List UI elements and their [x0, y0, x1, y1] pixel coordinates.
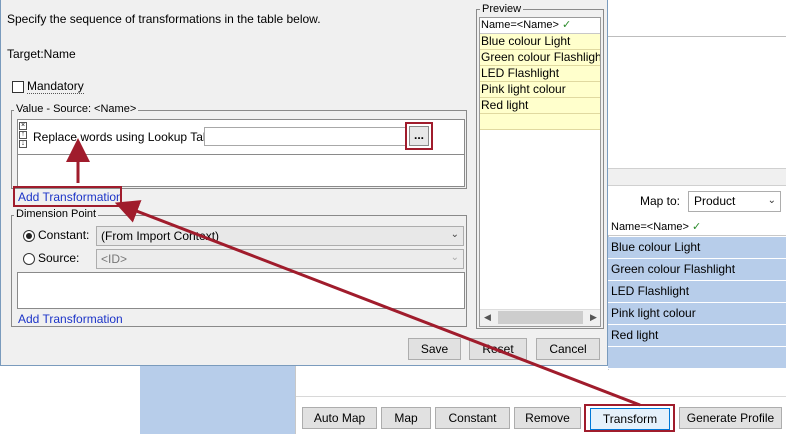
preview-row: Red light — [480, 98, 600, 114]
mandatory-checkbox[interactable] — [12, 81, 24, 93]
preview-title: Preview — [480, 3, 524, 15]
scrollbar-thumb[interactable] — [498, 311, 583, 324]
highlight-box-transform — [584, 404, 675, 432]
constant-radio[interactable] — [23, 230, 35, 242]
save-button[interactable]: Save — [408, 338, 461, 360]
grid-row-empty[interactable] — [608, 347, 786, 369]
chevron-down-icon: ⌄ — [450, 252, 459, 263]
scroll-right-icon[interactable]: ▶ — [590, 312, 597, 323]
background-header-area — [608, 0, 786, 40]
auto-map-button[interactable]: Auto Map — [302, 407, 377, 429]
preview-row-empty — [480, 114, 600, 130]
grid-header-label: Name=<Name> — [611, 221, 689, 233]
generate-profile-button[interactable]: Generate Profile — [679, 407, 782, 429]
scroll-left-icon[interactable]: ◀ — [484, 312, 491, 323]
move-down-icon[interactable]: ↓ — [19, 140, 27, 148]
preview-header-label: Name=<Name> — [481, 19, 559, 31]
constant-combo[interactable]: (From Import Context) ⌄ — [96, 226, 464, 246]
grid-row[interactable]: Blue colour Light — [608, 237, 786, 259]
instruction-text: Specify the sequence of transformations … — [7, 12, 321, 26]
map-button[interactable]: Map — [381, 407, 431, 429]
preview-header: Name=<Name> ✓ — [480, 18, 600, 34]
check-icon: ✓ — [562, 19, 572, 31]
mapping-grid-header[interactable]: Name=<Name> ✓ — [608, 220, 786, 236]
constant-button[interactable]: Constant — [435, 407, 510, 429]
map-to-select[interactable]: Product ⌄ — [688, 191, 781, 212]
mandatory-label: Mandatory — [27, 79, 84, 94]
grid-row[interactable]: Pink light colour — [608, 303, 786, 325]
grid-row[interactable]: Green colour Flashlight — [608, 259, 786, 281]
preview-row: Pink light colour — [480, 82, 600, 98]
source-label: Source: — [38, 251, 80, 265]
constant-value: (From Import Context) — [101, 229, 220, 243]
chevron-down-icon: ⌄ — [450, 229, 459, 240]
preview-row: Blue colour Light — [480, 34, 600, 50]
lookup-table-input[interactable] — [204, 127, 407, 146]
map-to-label: Map to: — [640, 194, 681, 208]
constant-label: Constant: — [38, 228, 90, 242]
map-to-value: Product — [694, 194, 736, 208]
preview-row: Green colour Flashlight — [480, 50, 600, 66]
value-source-group-title: Value - Source: <Name> — [14, 103, 139, 115]
source-radio[interactable] — [23, 253, 35, 265]
delete-transformation-icon[interactable]: × — [19, 122, 27, 130]
preview-row: LED Flashlight — [480, 66, 600, 82]
source-combo[interactable]: <ID> ⌄ — [96, 249, 464, 269]
check-icon: ✓ — [692, 221, 702, 233]
background-divider — [608, 36, 786, 37]
chevron-down-icon: ⌄ — [767, 195, 776, 206]
reset-button[interactable]: Reset — [469, 338, 527, 360]
source-value: <ID> — [101, 252, 128, 266]
transformation-divider — [17, 154, 465, 155]
dimension-transformation-list — [17, 272, 465, 309]
dimension-point-title: Dimension Point — [14, 208, 99, 220]
cancel-button[interactable]: Cancel — [536, 338, 600, 360]
remove-button[interactable]: Remove — [514, 407, 581, 429]
highlight-box-browse — [405, 122, 433, 150]
grid-row[interactable]: LED Flashlight — [608, 281, 786, 303]
grid-row[interactable]: Red light — [608, 325, 786, 347]
background-selected-panel — [140, 364, 295, 434]
add-transformation-link-2[interactable]: Add Transformation — [18, 312, 123, 326]
highlight-box-add-transformation — [13, 186, 122, 207]
replace-words-label: Replace words using Lookup Table: — [33, 130, 223, 144]
background-separator-bar — [608, 168, 786, 186]
move-up-icon[interactable]: ↑ — [19, 131, 27, 139]
target-label: Target:Name — [7, 47, 76, 61]
